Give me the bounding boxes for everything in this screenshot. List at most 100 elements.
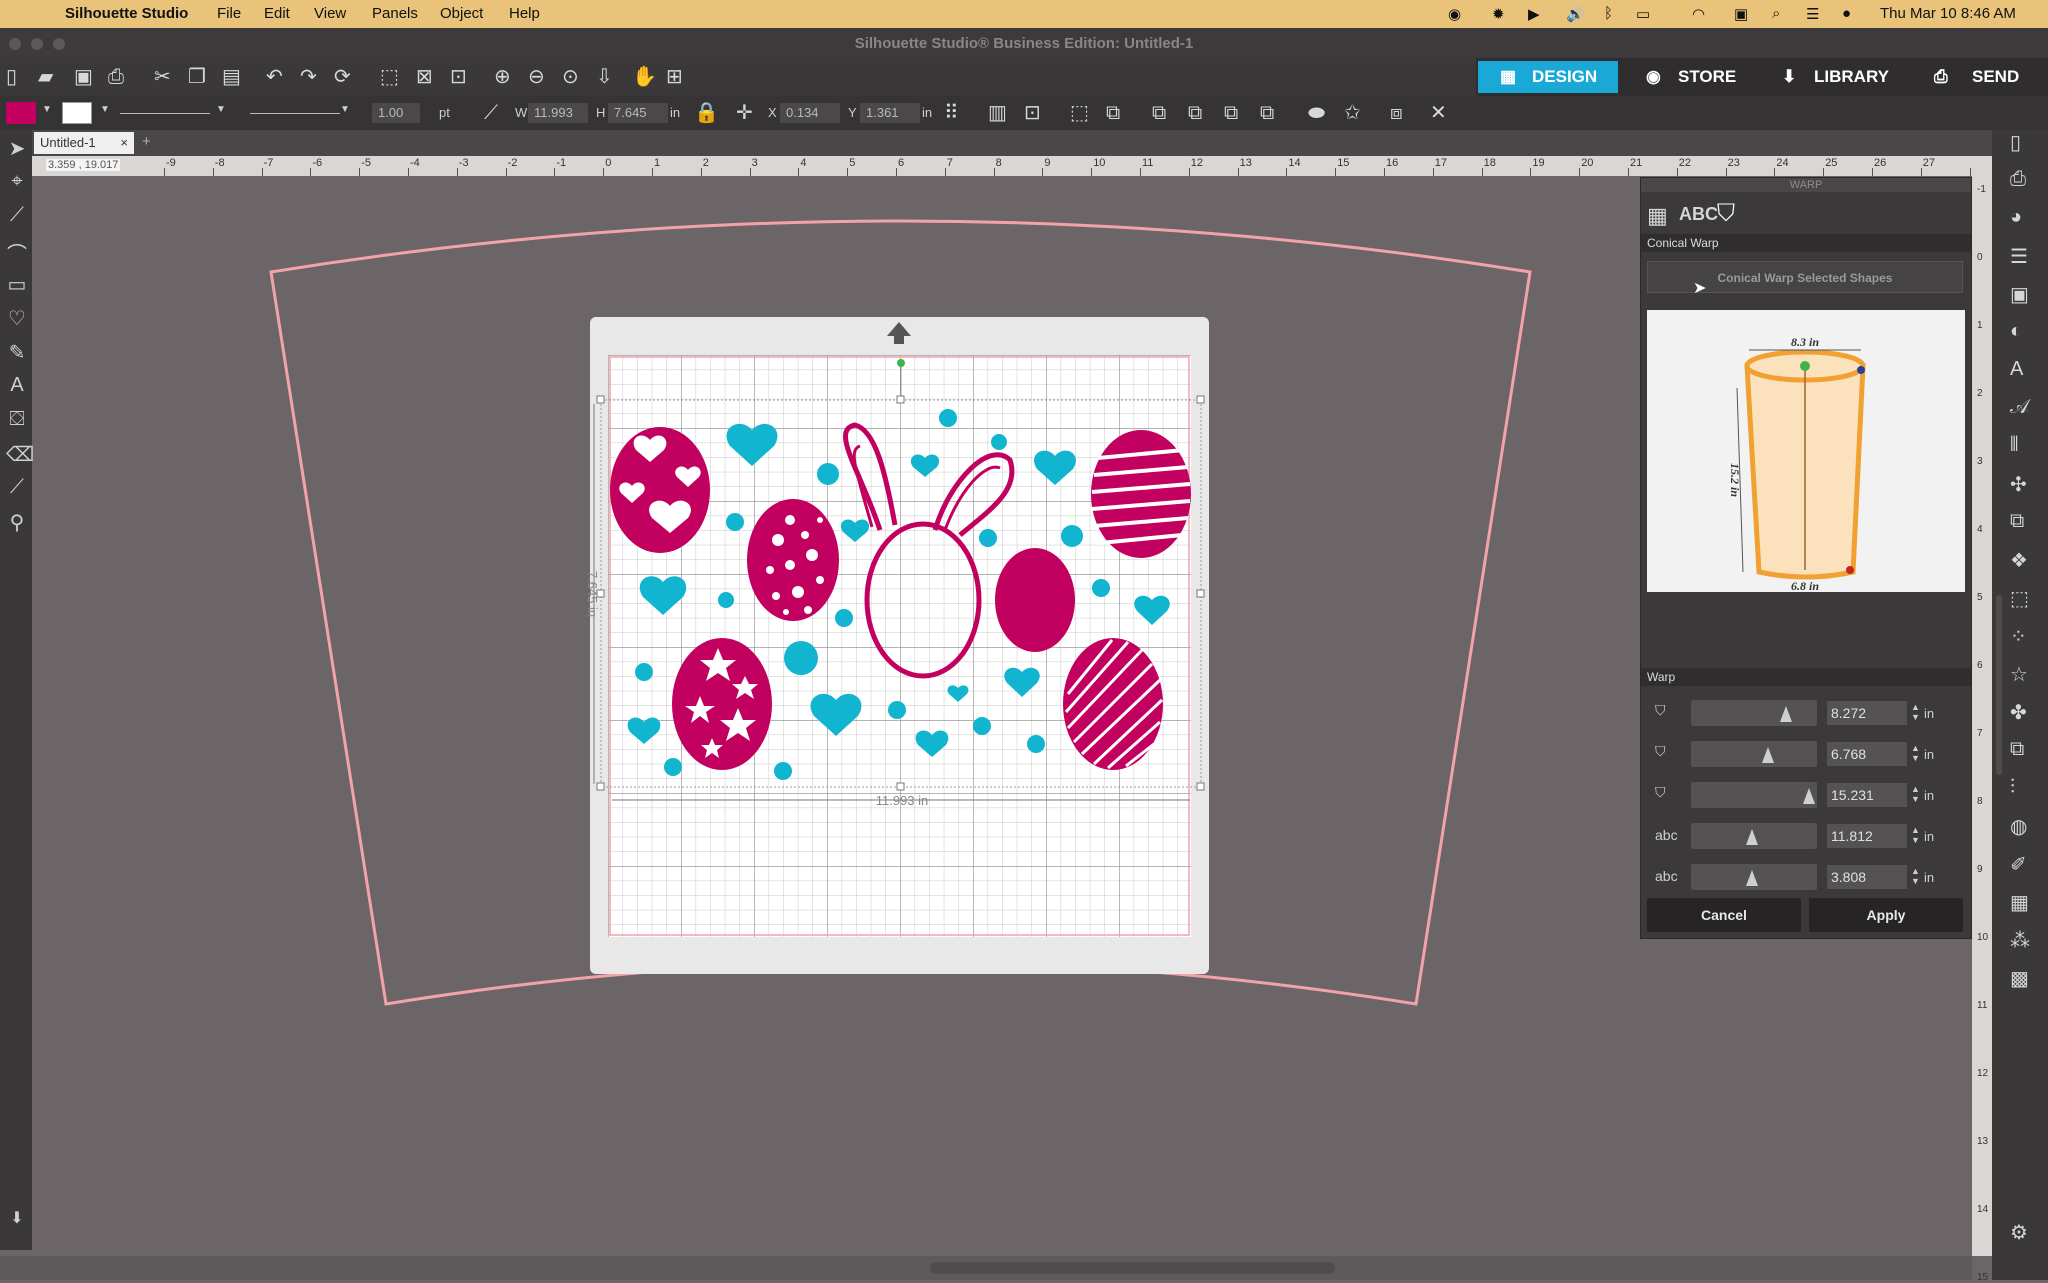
layers-icon[interactable]: ⧉ xyxy=(2010,738,2024,761)
apply-button[interactable]: Apply xyxy=(1809,898,1963,932)
warp-slider[interactable] xyxy=(1691,700,1817,726)
egg-dots[interactable] xyxy=(747,499,839,621)
open-folder-icon[interactable]: ▰ xyxy=(38,67,53,87)
warp-panel-icon[interactable]: ▦ xyxy=(2010,890,2029,915)
add-page-icon[interactable]: ⊞ xyxy=(666,67,683,87)
stepper-icon[interactable]: ▲ ▼ xyxy=(1911,866,1920,886)
star-shape-icon[interactable]: ✩ xyxy=(1344,103,1361,123)
redo-icon[interactable]: ↷ xyxy=(300,67,317,87)
offset-icon[interactable]: ⧈ xyxy=(1390,103,1403,123)
egg-stripes-diagonal[interactable] xyxy=(1063,638,1164,770)
line-tool-icon[interactable]: ⟋ xyxy=(484,103,498,123)
fill-color-swatch[interactable] xyxy=(6,102,36,124)
fill-icon[interactable]: ▣ xyxy=(2010,282,2029,307)
group-icon[interactable]: ⬚ xyxy=(1070,103,1089,123)
menu-edit[interactable]: Edit xyxy=(264,5,290,22)
warp-slider[interactable] xyxy=(1691,823,1817,849)
cut-icon[interactable]: ✂ xyxy=(154,67,171,87)
align-panel-icon[interactable]: ⫴ xyxy=(2010,434,2018,457)
stepper-icon[interactable]: ▲ ▼ xyxy=(1911,702,1920,722)
rectangle-icon[interactable]: ▭ xyxy=(6,272,28,297)
slider-thumb[interactable] xyxy=(1761,747,1774,763)
control-center-icon[interactable]: ☰ xyxy=(1806,5,1819,23)
send-back-icon[interactable]: ⧉ xyxy=(1260,103,1274,123)
print-icon[interactable]: ⎙ xyxy=(108,67,124,87)
heart-shape-icon[interactable]: ♡ xyxy=(6,306,28,331)
pencil-icon[interactable]: ✎ xyxy=(6,340,28,365)
line-color-swatch[interactable] xyxy=(62,102,92,124)
chevron-down-icon[interactable]: ▼ xyxy=(216,104,226,115)
stepper-icon[interactable]: ▲ ▼ xyxy=(1911,743,1920,763)
rhinestone-icon[interactable]: ⁂ xyxy=(2010,928,2030,953)
gradient-icon[interactable]: ◐ xyxy=(2010,320,2022,343)
save-icon[interactable]: ▣ xyxy=(74,67,93,87)
bring-forward-icon[interactable]: ⧉ xyxy=(1188,103,1202,123)
height-field[interactable]: 7.645 xyxy=(608,103,668,123)
eyedropper-icon[interactable]: ⚲ xyxy=(6,510,28,535)
menu-panels[interactable]: Panels xyxy=(372,5,418,22)
egg-stars[interactable] xyxy=(672,638,772,770)
egg-solid[interactable] xyxy=(995,548,1075,652)
trace-icon[interactable]: ⁘ xyxy=(2010,624,2027,649)
lines-icon[interactable]: ☰ xyxy=(2010,244,2028,269)
menu-file[interactable]: File xyxy=(217,5,241,22)
download-icon[interactable]: ⬇ xyxy=(6,1208,28,1228)
egg-stripes-horizontal[interactable] xyxy=(1091,430,1191,558)
transform-icon[interactable]: ✣ xyxy=(2010,472,2027,497)
wifi-icon[interactable]: ◠ xyxy=(1692,5,1705,23)
paste-icon[interactable]: ▤ xyxy=(222,67,241,87)
bring-front-icon[interactable]: ⧉ xyxy=(1152,103,1166,123)
slider-thumb[interactable] xyxy=(1745,870,1758,886)
lock-aspect-icon[interactable]: 🔒 xyxy=(694,103,719,123)
warp-value-field[interactable]: 8.272 xyxy=(1827,701,1907,725)
select-arrow-icon[interactable]: ➤ xyxy=(6,136,28,161)
volume-icon[interactable]: 🔊 xyxy=(1566,5,1585,23)
pan-hand-icon[interactable]: ✋ xyxy=(632,67,657,87)
sphere-warp-icon[interactable]: ◍ xyxy=(2010,814,2027,839)
rotate-handle[interactable] xyxy=(897,359,905,367)
tab-store[interactable]: STORE xyxy=(1678,62,1736,92)
select-all-icon[interactable]: ⬚ xyxy=(380,67,399,87)
slider-thumb[interactable] xyxy=(1802,788,1815,804)
chevron-down-icon[interactable]: ▼ xyxy=(42,104,52,115)
cancel-button[interactable]: Cancel xyxy=(1647,898,1801,932)
deselect-icon[interactable]: ⊠ xyxy=(416,67,433,87)
send-backward-icon[interactable]: ⧉ xyxy=(1224,103,1238,123)
warp-slider[interactable] xyxy=(1691,782,1817,808)
point-edit-icon[interactable]: ⌖ xyxy=(6,170,28,193)
line-style-selector[interactable] xyxy=(120,113,210,114)
document-tab[interactable]: Untitled-1 × xyxy=(34,132,134,154)
close-icon[interactable]: ✕ xyxy=(1430,103,1447,123)
palette-icon[interactable]: ◕ xyxy=(2010,206,2022,229)
fill-bucket-icon[interactable]: ⛋ xyxy=(6,408,28,431)
copy-icon[interactable]: ❐ xyxy=(188,67,206,87)
zoom-fit-icon[interactable]: ⊙ xyxy=(562,67,579,87)
zoom-out-icon[interactable]: ⊖ xyxy=(528,67,545,87)
document-tab-close[interactable]: × xyxy=(120,132,128,154)
offset-panel-icon[interactable]: ⬚ xyxy=(2010,586,2029,611)
warp-value-field[interactable]: 11.812 xyxy=(1827,824,1907,848)
vertical-scrollbar[interactable] xyxy=(1996,595,2002,775)
brightness-icon[interactable]: ✹ xyxy=(1492,5,1505,23)
warp-grid-icon[interactable]: ▦ xyxy=(1647,203,1668,229)
move-down-icon[interactable]: ⇩ xyxy=(596,67,613,87)
slider-thumb[interactable] xyxy=(1779,706,1792,722)
warp-value-field[interactable]: 3.808 xyxy=(1827,865,1907,889)
ungroup-icon[interactable]: ⧉ xyxy=(1106,103,1120,123)
battery-icon[interactable]: ▭ xyxy=(1636,5,1650,23)
curve-icon[interactable]: ⌒ xyxy=(6,238,28,267)
stepper-icon[interactable]: ▲ ▼ xyxy=(1911,784,1920,804)
star-panel-icon[interactable]: ☆ xyxy=(2010,662,2028,687)
sketch-icon[interactable]: ✐ xyxy=(2010,852,2027,877)
siri-icon[interactable]: ● xyxy=(1842,5,1851,22)
warp-text-icon[interactable]: ABC xyxy=(1679,204,1718,225)
weld-icon[interactable]: ⬬ xyxy=(1308,103,1325,123)
display-icon[interactable]: ▣ xyxy=(1734,5,1748,23)
menu-view[interactable]: View xyxy=(314,5,346,22)
center-icon[interactable]: ⊡ xyxy=(1024,103,1041,123)
line-end-selector[interactable] xyxy=(250,113,340,114)
spotlight-search-icon[interactable]: ⌕ xyxy=(1772,5,1780,22)
bluetooth-icon[interactable]: ᛒ xyxy=(1604,5,1613,22)
width-field[interactable]: 11.993 xyxy=(528,103,588,123)
line-draw-icon[interactable]: ⟋ xyxy=(6,204,28,227)
